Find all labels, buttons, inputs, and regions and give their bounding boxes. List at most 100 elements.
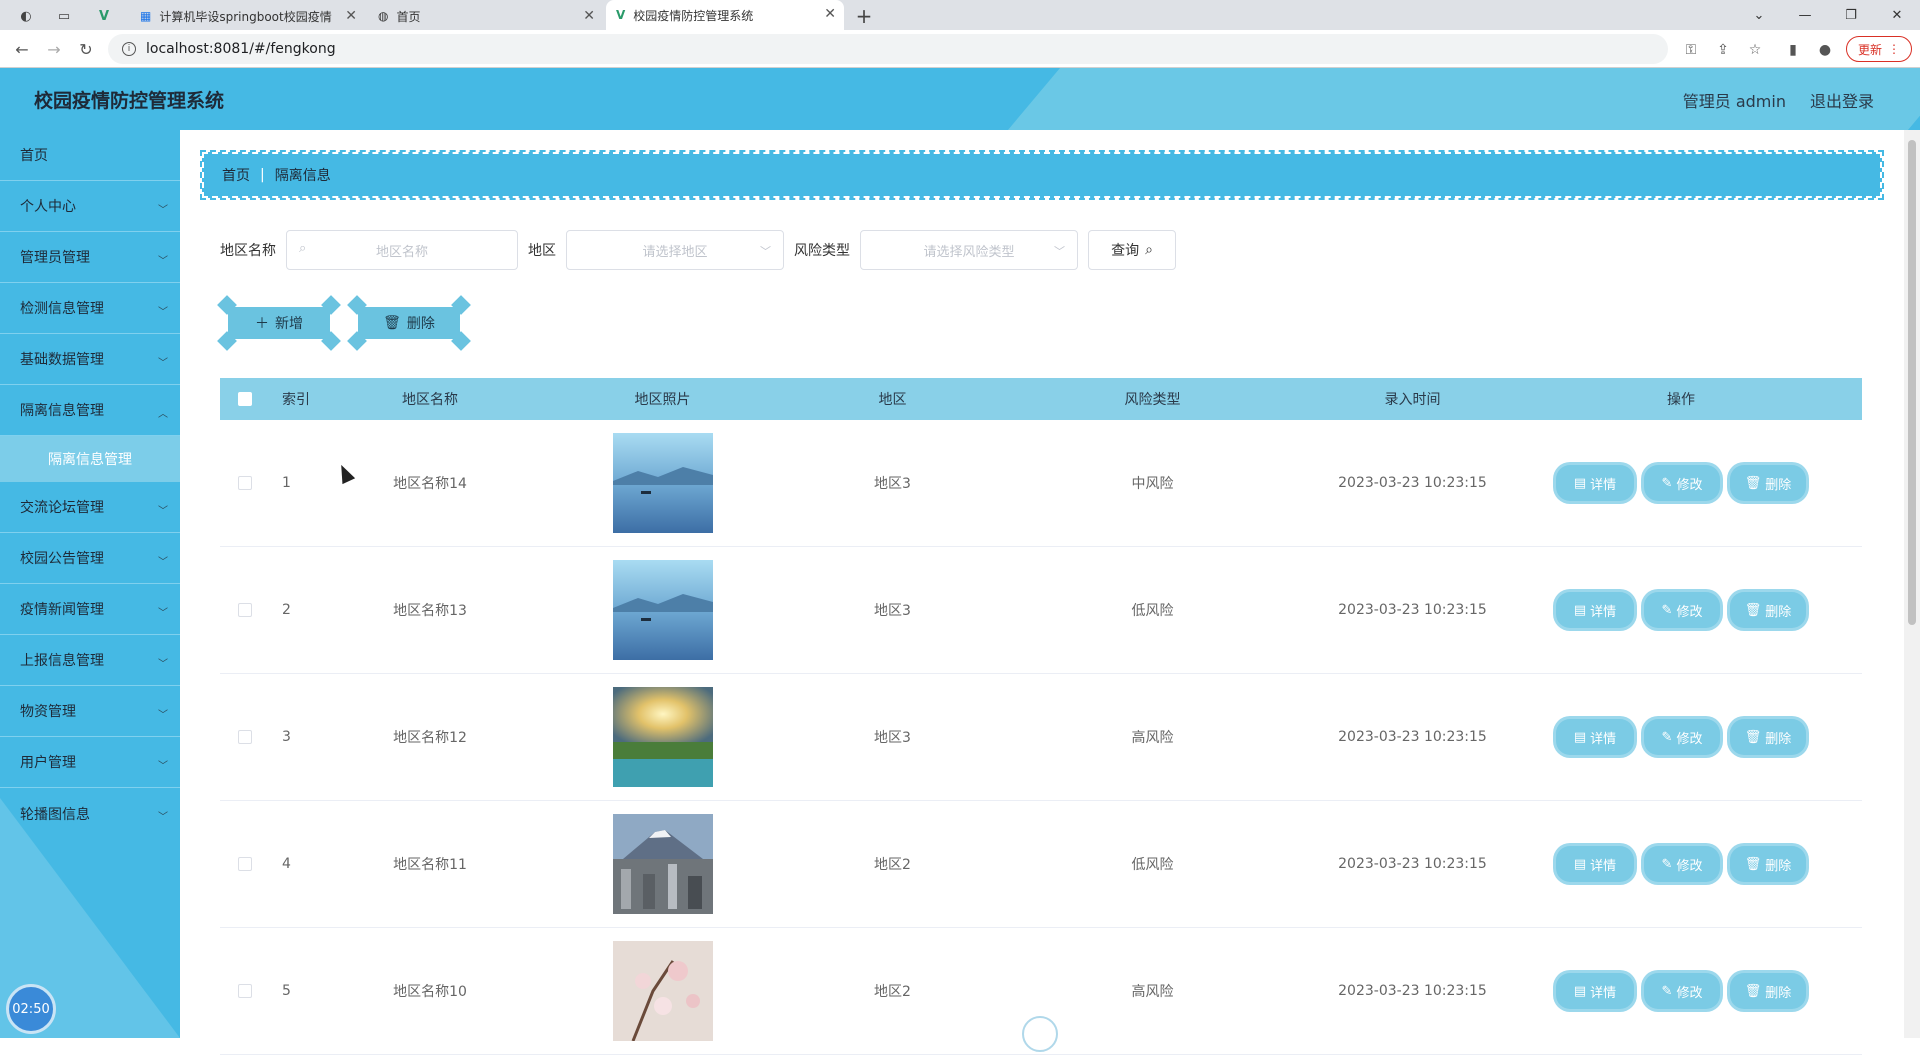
sidebar-item-profile[interactable]: 个人中心 ﹀ [0,181,180,232]
breadcrumb-home[interactable]: 首页 [222,165,250,185]
region-name-input[interactable]: ⌕ 地区名称 [286,230,518,270]
reload-icon[interactable]: ↻ [74,37,98,61]
header-actions: 管理员 admin 退出登录 [1683,88,1874,112]
detail-button[interactable]: ▤ 详情 [1556,719,1634,755]
key-icon[interactable]: ⚿ [1680,39,1702,61]
row-checkbox[interactable] [238,857,252,871]
sidebar-item-quarantine[interactable]: 隔离信息管理 ︿ [0,385,180,436]
new-tab-icon[interactable]: + [852,4,876,28]
restore-icon[interactable]: ❐ [1828,0,1874,30]
detail-button[interactable]: ▤ 详情 [1556,592,1634,628]
info-icon[interactable]: i [122,42,136,56]
city-mountain-photo[interactable] [612,814,713,914]
delete-button[interactable]: 🗑 删除 [1730,592,1806,628]
tab-search-icon[interactable]: ⌄ [1736,0,1782,30]
row-select-cell [220,730,270,744]
detail-button[interactable]: ▤ 详情 [1556,973,1634,1009]
delete-label: 删除 [1765,985,1792,1001]
sidebar-subitem-quarantine-manage[interactable]: 隔离信息管理 [0,436,180,482]
share-icon[interactable]: ⇪ [1712,39,1734,61]
region-placeholder: 请选择地区 [642,244,708,260]
detail-button[interactable]: ▤ 详情 [1556,465,1634,501]
detail-button[interactable]: ▤ 详情 [1556,846,1634,882]
edit-button[interactable]: ✎ 修改 [1644,719,1720,755]
edit-button[interactable]: ✎ 修改 [1644,465,1720,501]
tab-home[interactable]: ◍ 首页 ✕ [368,2,603,30]
sidepanel-icon[interactable]: ▮ [1782,39,1804,61]
breadcrumb-separator: | [260,167,265,183]
scrollbar-thumb[interactable] [1908,140,1916,625]
sidebar-item-users[interactable]: 用户管理 ﹀ [0,737,180,788]
query-button[interactable]: 查询 ⌕ [1088,230,1176,270]
tab-active[interactable]: V 校园疫情防控管理系统 ✕ [606,0,844,30]
table-row: 1 地区名称14 地区3 中风险 2023-03-23 10:23:15 ▤ 详情… [220,420,1862,547]
sidebar-item-notice[interactable]: 校园公告管理 ﹀ [0,533,180,584]
edit-label: 修改 [1676,858,1703,874]
risk-label: 风险类型 [794,243,850,259]
minimize-icon[interactable]: — [1782,0,1828,30]
delete-button[interactable]: 🗑 删除 [1730,719,1806,755]
sidebar-item-forum[interactable]: 交流论坛管理 ﹀ [0,482,180,533]
row-region: 地区3 [874,476,911,492]
app-title: 校园疫情防控管理系统 [34,90,225,112]
sidebar-item-news[interactable]: 疫情新闻管理 ﹀ [0,584,180,635]
trash-icon: 🗑 [1744,983,1762,999]
blossom-photo[interactable] [612,941,713,1041]
sidebar-item-label: 管理员管理 [20,250,90,266]
globe-icon[interactable]: ◐ [14,4,38,28]
edit-button[interactable]: ✎ 修改 [1644,592,1720,628]
add-button[interactable]: ＋ 新增 [217,295,341,351]
plus-icon: ＋ [255,316,269,332]
batch-delete-button[interactable]: 🗑 删除 [347,295,471,351]
trash-icon: 🗑 [1744,602,1762,618]
row-checkbox[interactable] [238,984,252,998]
close-icon[interactable]: ✕ [345,8,357,24]
trash-icon: 🗑 [1744,475,1762,491]
row-checkbox[interactable] [238,603,252,617]
region-select[interactable]: 请选择地区 ﹀ [566,230,784,270]
vue-icon[interactable]: V [92,4,116,28]
lake-boat-photo[interactable] [612,560,713,660]
profile-icon[interactable]: ● [1814,39,1836,61]
sidebar-item-basedata[interactable]: 基础数据管理 ﹀ [0,334,180,385]
edit-button[interactable]: ✎ 修改 [1644,973,1720,1009]
sidebar-item-report[interactable]: 上报信息管理 ﹀ [0,635,180,686]
sidebar: 首页 个人中心 ﹀ 管理员管理 ﹀ 检测信息管理 ﹀ 基础数据管理 ﹀ 隔离信息管理 ︿ … [0,130,180,1038]
tab-label: 首页 [396,9,421,24]
row-checkbox[interactable] [238,730,252,744]
delete-button[interactable]: 🗑 删除 [1730,465,1806,501]
page-scrollbar[interactable] [1904,130,1920,1038]
sidebar-item-home[interactable]: 首页 [0,130,180,181]
select-all-checkbox[interactable] [238,392,252,406]
blank-tab-icon[interactable]: ▭ [52,4,76,28]
sidebar-item-supplies[interactable]: 物资管理 ﹀ [0,686,180,737]
document-icon: ▤ [1573,983,1587,999]
forward-icon[interactable]: → [42,37,66,61]
update-button[interactable]: 更新 ⋮ [1846,36,1912,62]
row-checkbox[interactable] [238,476,252,490]
risk-select[interactable]: 请选择风险类型 ﹀ [860,230,1078,270]
star-icon[interactable]: ☆ [1744,39,1766,61]
edit-label: 修改 [1676,604,1703,620]
sidebar-item-detection[interactable]: 检测信息管理 ﹀ [0,283,180,334]
close-icon[interactable]: ✕ [583,8,595,24]
address-bar: ← → ↻ i localhost:8081/#/fengkong ⚿ ⇪ ☆ … [0,30,1920,68]
sidebar-item-carousel[interactable]: 轮播图信息 ﹀ [0,788,180,839]
close-window-icon[interactable]: ✕ [1874,0,1920,30]
delete-button[interactable]: 🗑 删除 [1730,973,1806,1009]
url-input[interactable]: i localhost:8081/#/fengkong [108,34,1668,64]
back-icon[interactable]: ← [10,37,34,61]
sunset-lake-photo[interactable] [612,687,713,787]
tab-springboot[interactable]: ▦ 计算机毕设springboot校园疫情 ✕ [130,2,365,30]
sidebar-item-admin[interactable]: 管理员管理 ﹀ [0,232,180,283]
search-icon: ⌕ [1145,242,1153,258]
col-index: 索引 [282,392,310,408]
lake-boat-photo[interactable] [612,433,713,533]
app-header: 校园疫情防控管理系统 管理员 admin 退出登录 [0,68,1920,130]
delete-button[interactable]: 🗑 删除 [1730,846,1806,882]
close-icon[interactable]: ✕ [824,6,836,22]
sidebar-item-label: 疫情新闻管理 [20,602,104,618]
edit-button[interactable]: ✎ 修改 [1644,846,1720,882]
logout-link[interactable]: 退出登录 [1810,88,1874,112]
query-label: 查询 [1111,243,1140,259]
